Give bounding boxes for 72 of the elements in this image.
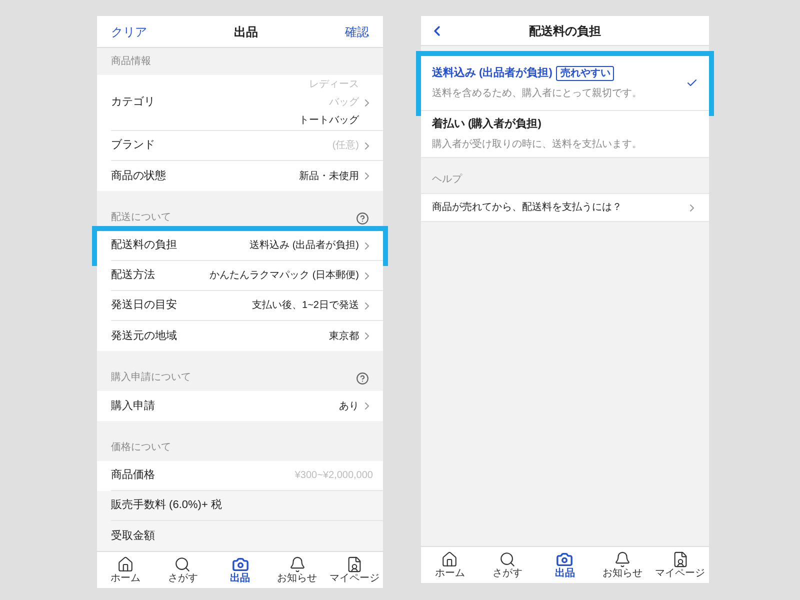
row-label: 配送料の負担 [111, 238, 177, 254]
row-label: 商品の状態 [111, 168, 166, 184]
bell-icon [614, 550, 632, 568]
screen-title: 配送料の負担 [528, 22, 602, 40]
option-description: 送料を含めるため、購入者にとって親切です。 [432, 86, 642, 102]
row-value: 支払い後、1~2日で発送 [252, 298, 359, 313]
row-value: ¥300~¥2,000,000 [294, 469, 373, 483]
list-row[interactable]: 配送料の負担 送料込み (出品者が負担) [97, 231, 383, 261]
row-value: 送料込み (出品者が負担) [250, 238, 359, 253]
row-label: 発送日の目安 [111, 298, 177, 314]
section-title: ヘルプ [432, 172, 462, 187]
camera-icon [232, 556, 248, 572]
list-row[interactable]: 発送日の目安 支払い後、1~2日で発送 [97, 291, 383, 321]
row-label: 購入申請 [111, 398, 155, 414]
list-row[interactable]: 発送元の地域 東京都 [97, 321, 383, 351]
row-value: 新品・未使用 [299, 170, 359, 184]
home-icon [441, 550, 458, 568]
search-icon [174, 556, 192, 572]
option-row[interactable]: 送料込み (出品者が負担) 売れやすい 送料を含めるため、購入者にとって親切です。 [421, 56, 709, 111]
profile-icon [672, 550, 689, 568]
section-title: 商品情報 [111, 54, 151, 69]
row-value: 東京都 [329, 330, 359, 344]
profile-icon [346, 556, 363, 572]
option-title: 送料込み (出品者が負担) [432, 66, 552, 81]
section-title: 価格について [111, 440, 171, 455]
option-title: 着払い (購入者が負担) [432, 116, 542, 132]
search-icon [498, 550, 516, 568]
tab-item[interactable]: お知らせ [268, 552, 326, 588]
row-label: 配送方法 [111, 268, 155, 284]
tab-item[interactable]: さがす [154, 552, 212, 588]
help-icon[interactable] [356, 212, 369, 225]
option-row[interactable]: 着払い (購入者が負担) 購入者が受け取りの時に、送料を支払います。 [421, 111, 709, 158]
row-label: 発送元の地域 [111, 328, 177, 344]
screen-title: 出品 [234, 24, 258, 40]
row-label: 販売手数料 (6.0%)+ 税 [111, 498, 222, 514]
camera-icon [556, 550, 574, 568]
clear-button[interactable]: クリア [111, 22, 147, 40]
row-value: (任意) [332, 138, 359, 153]
tab-item[interactable]: 出品 [211, 552, 269, 588]
option-description: 購入者が受け取りの時に、送料を支払います。 [432, 138, 642, 152]
row-label: ブランド [111, 138, 155, 154]
list-row[interactable]: 商品の状態 新品・未使用 [97, 161, 383, 191]
row-value: あり [339, 400, 359, 414]
tab-item[interactable]: 出品 [536, 547, 594, 583]
list-row[interactable]: 配送方法 かんたんラクマパック (日本郵便) [97, 261, 383, 291]
list-row[interactable]: 商品価格 ¥300~¥2,000,000 [97, 461, 383, 491]
confirm-button[interactable]: 確認 [345, 22, 369, 40]
list-row[interactable]: ブランド (任意) [97, 131, 383, 161]
row-value: トートバッグ [299, 114, 359, 128]
bell-icon [288, 556, 306, 572]
list-row[interactable]: 購入申請 あり [97, 391, 383, 421]
section-title: 配送について [111, 211, 171, 225]
row-value: かんたんラクマパック (日本郵便) [210, 268, 359, 283]
category-path: レディース [309, 78, 359, 92]
help-icon[interactable] [356, 372, 369, 385]
help-link-text: 商品が売れてから、配送料を支払うには？ [432, 200, 622, 215]
home-icon [117, 556, 134, 572]
tab-item[interactable]: ホーム [421, 547, 479, 583]
row-label: カテゴリ [111, 95, 155, 110]
section-title: 購入申請について [111, 370, 191, 385]
row-label: 受取金額 [111, 528, 155, 544]
row-label: 商品価格 [111, 468, 155, 484]
option-badge: 売れやすい [556, 66, 614, 80]
category-path: バッグ [329, 96, 359, 110]
tab-item[interactable]: マイページ [326, 552, 384, 588]
tab-item[interactable]: さがす [478, 547, 536, 583]
list-row[interactable]: カテゴリ レディース バッグ トートバッグ [97, 75, 383, 131]
tab-item[interactable]: お知らせ [594, 547, 652, 583]
check-icon [686, 77, 698, 89]
tab-item[interactable]: ホーム [97, 552, 154, 588]
tab-item[interactable]: マイページ [651, 547, 709, 583]
help-row[interactable]: 商品が売れてから、配送料を支払うには？ [421, 193, 709, 222]
